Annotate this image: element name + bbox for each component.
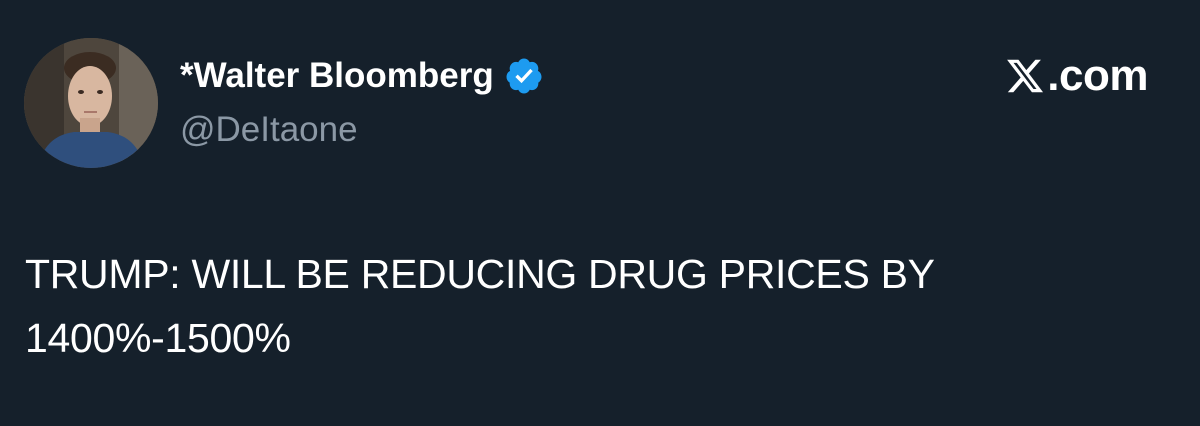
brand-suffix: .com: [1047, 51, 1148, 100]
x-logo-icon: [1005, 56, 1045, 96]
tweet-line: 1400%-1500%: [25, 315, 291, 361]
author-handle[interactable]: @DeItaone: [180, 110, 358, 150]
tweet-card: *Walter Bloomberg @DeItaone .com TRUMP: …: [0, 0, 1200, 426]
author-display-name[interactable]: *Walter Bloomberg: [180, 56, 494, 96]
avatar[interactable]: [24, 38, 158, 168]
verified-badge-icon: [504, 56, 544, 96]
tweet-line: TRUMP: WILL BE REDUCING DRUG PRICES BY: [25, 251, 935, 297]
brand-mark: .com: [1005, 51, 1148, 100]
author-name-row: *Walter Bloomberg: [180, 52, 544, 100]
profile-photo: [24, 38, 158, 168]
tweet-text: TRUMP: WILL BE REDUCING DRUG PRICES BY 1…: [25, 242, 1165, 370]
